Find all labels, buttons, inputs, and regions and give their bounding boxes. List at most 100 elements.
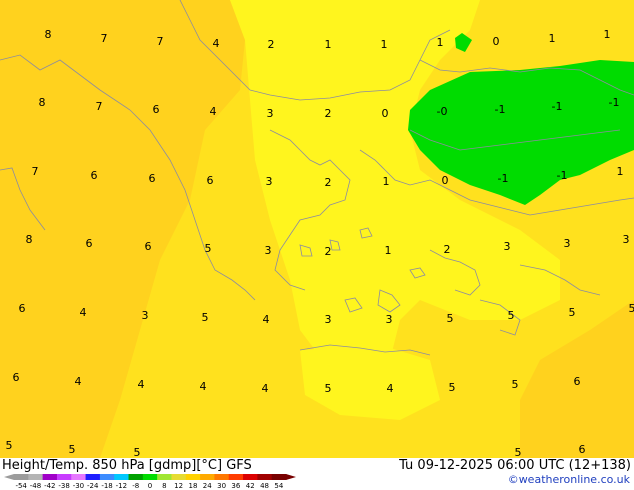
colorbar-segment [243, 474, 258, 480]
colorbar-label: -54 [15, 482, 27, 490]
colorbar-label: 30 [217, 482, 226, 490]
temperature-value: 0 [382, 107, 389, 120]
temperature-map: 8 7 7 4 2 1 1 1 0 1 1 8 7 6 4 3 2 0 -0 -1 -1 -1 7 6 6 6 3 2 1 0 -1 -1 1 8… [0, 0, 634, 458]
colorbar-segment [257, 474, 273, 480]
chart-title: Height/Temp. 850 hPa [gdmp][°C] GFS [2, 458, 252, 473]
temperature-value: 3 [564, 237, 571, 250]
temperature-value: -1 [495, 103, 506, 116]
temperature-value: 6 [579, 443, 586, 456]
temperature-value: -1 [498, 172, 509, 185]
temperature-value: 5 [447, 312, 454, 325]
colorbar-label: -42 [44, 482, 55, 490]
temperature-value: 2 [325, 107, 332, 120]
colorbar-segment [185, 474, 201, 480]
temperature-value: 1 [325, 38, 332, 51]
colorbar-right-arrow [286, 474, 296, 480]
temperature-value: 5 [629, 302, 634, 315]
colorbar-label: -18 [101, 482, 112, 490]
temperature-value: 6 [149, 172, 156, 185]
temperature-value: -1 [609, 96, 620, 109]
footer: Height/Temp. 850 hPa [gdmp][°C] GFS Tu 0… [0, 458, 634, 490]
colorbar-segment [99, 474, 115, 480]
colorbar-label: 54 [274, 482, 283, 490]
colorbar-segment [128, 474, 144, 480]
colorbar: -54 -48 -42 -38 -30 -24 -18 -12 -8 0 8 12 18 24 30 36 42… [4, 474, 296, 490]
temperature-value: 5 [449, 381, 456, 394]
temperature-value: 4 [213, 37, 220, 50]
colorbar-label: 0 [148, 482, 152, 490]
temperature-value: 7 [157, 35, 164, 48]
temperature-value: 1 [437, 36, 444, 49]
temperature-value: 3 [266, 175, 273, 188]
colorbar-label: 36 [231, 482, 240, 490]
temperature-value: 4 [200, 380, 207, 393]
temperature-value: 1 [385, 244, 392, 257]
temperature-value: 2 [444, 243, 451, 256]
temperature-value: 5 [512, 378, 519, 391]
colorbar-segment [14, 474, 29, 480]
temperature-value: 5 [515, 446, 522, 458]
temperature-value: 3 [265, 244, 272, 257]
temperature-value: 6 [86, 237, 93, 250]
forecast-datetime: Tu 09-12-2025 06:00 UTC (12+138) [399, 458, 631, 473]
colorbar-segment [228, 474, 244, 480]
colorbar-segment [71, 474, 87, 480]
temperature-value: 1 [617, 165, 624, 178]
temperature-value: 4 [75, 375, 82, 388]
colorbar-label: 12 [174, 482, 183, 490]
temperature-value: 5 [325, 382, 332, 395]
colorbar-segment [85, 474, 101, 480]
temperature-value: 5 [205, 242, 212, 255]
temperature-value: 8 [39, 96, 46, 109]
temperature-value: 5 [202, 311, 209, 324]
temperature-value: 1 [381, 38, 388, 51]
colorbar-segment [200, 474, 215, 480]
temperature-value: 6 [574, 375, 581, 388]
temperature-value: 7 [96, 100, 103, 113]
temperature-value: 0 [493, 35, 500, 48]
temperature-value: 6 [153, 103, 160, 116]
colorbar-label: -48 [30, 482, 41, 490]
temperature-value: 3 [267, 107, 274, 120]
temperature-value: 5 [69, 443, 76, 456]
temperature-value: 6 [13, 371, 20, 384]
temperature-value: 3 [623, 233, 630, 246]
colorbar-label: -24 [87, 482, 99, 490]
colorbar-segment [157, 474, 172, 480]
colorbar-segment [171, 474, 187, 480]
temperature-value: 6 [19, 302, 26, 315]
temperature-value: 8 [26, 233, 33, 246]
temperature-value: 5 [134, 446, 141, 458]
temperature-value: 3 [325, 313, 332, 326]
temperature-value: 1 [549, 32, 556, 45]
colorbar-label: 8 [162, 482, 166, 490]
temperature-value: -1 [552, 100, 563, 113]
colorbar-label: 48 [260, 482, 269, 490]
temperature-value: 4 [80, 306, 87, 319]
temperature-value: 3 [386, 313, 393, 326]
temperature-value: -1 [557, 169, 568, 182]
temperature-value: 2 [268, 38, 275, 51]
temperature-value: 7 [101, 32, 108, 45]
temperature-value: 4 [210, 105, 217, 118]
temperature-value: 8 [45, 28, 52, 41]
colorbar-left-arrow [4, 474, 14, 480]
colorbar-label: -8 [132, 482, 139, 490]
colorbar-segment [142, 474, 158, 480]
colorbar-label: 42 [246, 482, 255, 490]
temperature-value: 1 [383, 175, 390, 188]
colorbar-label: 24 [203, 482, 212, 490]
temperature-value: 5 [6, 439, 13, 452]
temperature-value: -0 [437, 105, 448, 118]
colorbar-segment [28, 474, 44, 480]
colorbar-segment [214, 474, 230, 480]
colorbar-label: -12 [116, 482, 127, 490]
credit-link[interactable]: ©weatheronline.co.uk [508, 473, 630, 486]
colorbar-segment [271, 474, 287, 480]
colorbar-segment [56, 474, 72, 480]
temperature-value: 4 [262, 382, 269, 395]
temperature-value: 6 [91, 169, 98, 182]
colorbar-label: 18 [188, 482, 197, 490]
temperature-value: 1 [604, 28, 611, 41]
temperature-value: 5 [569, 306, 576, 319]
